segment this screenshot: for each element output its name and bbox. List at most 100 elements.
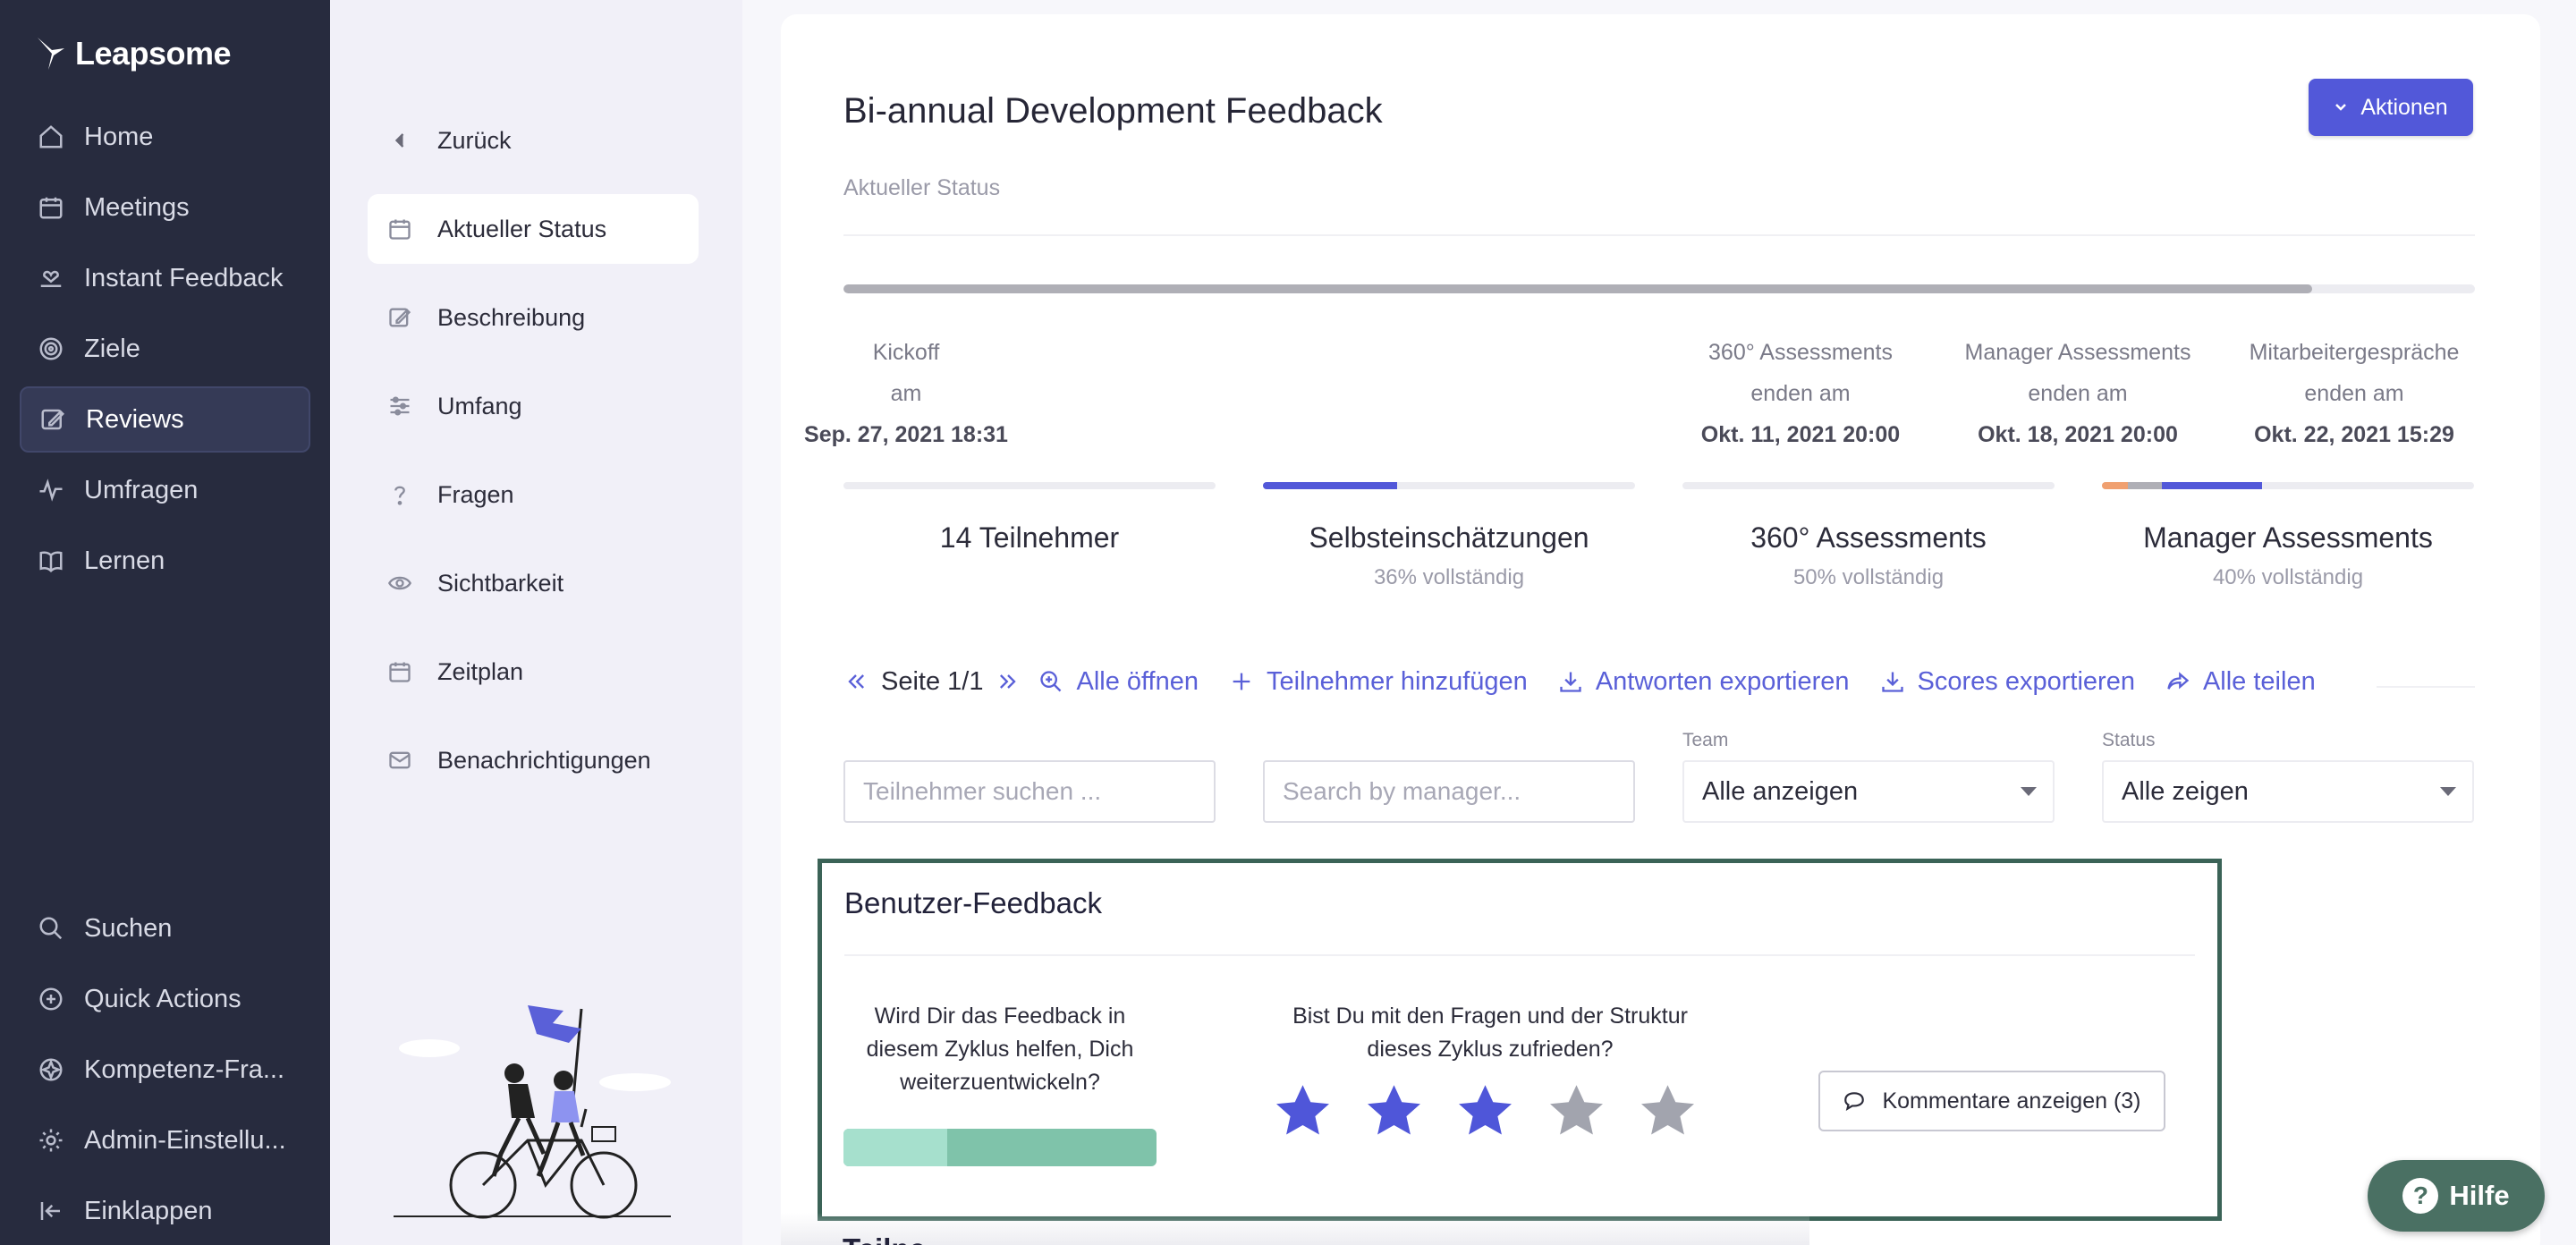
phase-manager-assessments[interactable]: Manager Assessments 40% vollständig bbox=[2102, 482, 2474, 590]
brand-name: Leapsome bbox=[75, 35, 232, 72]
plus-icon bbox=[1233, 673, 1250, 690]
sidebar-item-label: Umfragen bbox=[84, 475, 199, 504]
sidebar-item-meetings[interactable]: Meetings bbox=[20, 174, 310, 241]
chevron-down-icon bbox=[2335, 104, 2347, 111]
sidebar-item-reviews[interactable]: Reviews bbox=[20, 386, 310, 453]
subnav-item-umfang[interactable]: Umfang bbox=[368, 371, 699, 441]
sidebar-item-label: Kompetenz-Fra... bbox=[84, 1054, 285, 1084]
phase-progress-segment-orange bbox=[2102, 482, 2129, 489]
calendar-icon bbox=[389, 662, 411, 682]
leapsome-logo[interactable]: Leapsome bbox=[36, 32, 232, 75]
milestone-line2: enden am bbox=[2304, 381, 2404, 406]
phase-title: Manager Assessments bbox=[2143, 521, 2433, 554]
team-select[interactable]: Alle anzeigen bbox=[1682, 760, 2055, 823]
subnav-item-label: Fragen bbox=[437, 480, 514, 508]
export-answers-button[interactable]: Antworten exportieren bbox=[1558, 667, 1850, 697]
subnav-item-benachrichtigungen[interactable]: Benachrichtigungen bbox=[368, 725, 699, 795]
phase-progress-bar bbox=[1682, 482, 2055, 489]
open-all-button[interactable]: Alle öffnen bbox=[1038, 667, 1199, 697]
download-icon bbox=[1881, 672, 1903, 692]
subnav-item-fragen[interactable]: Fragen bbox=[368, 460, 699, 529]
chevron-left-icon bbox=[394, 133, 404, 148]
phase-progress-bar bbox=[843, 482, 1216, 489]
sidebar-item-admin-settings[interactable]: Admin-Einstellu... bbox=[20, 1107, 310, 1173]
double-chevron-right-icon[interactable] bbox=[996, 669, 1021, 694]
phase-progress-bar bbox=[1263, 482, 1635, 489]
subnav-item-beschreibung[interactable]: Beschreibung bbox=[368, 283, 699, 352]
phase-progress-fill bbox=[2161, 482, 2262, 489]
milestone-line1: Manager Assessments bbox=[1964, 340, 2191, 365]
phase-completion: 40% vollständig bbox=[2212, 565, 2364, 589]
share-all-label: Alle teilen bbox=[2202, 666, 2316, 696]
milestone-line1: Mitarbeitergespräche bbox=[2249, 340, 2460, 365]
subnav-item-label: Sichtbarkeit bbox=[437, 569, 564, 597]
sidebar-item-label: Quick Actions bbox=[84, 984, 242, 1013]
sidebar-item-label: Suchen bbox=[84, 913, 173, 943]
milestone-manager-assessments: Manager Assessments enden am Okt. 18, 20… bbox=[1953, 332, 2203, 455]
share-all-button[interactable]: Alle teilen bbox=[2165, 667, 2316, 697]
subnav-item-label: Beschreibung bbox=[437, 303, 586, 331]
competency-icon bbox=[39, 1058, 63, 1081]
phase-title: Selbsteinschätzungen bbox=[1309, 521, 1589, 554]
back-link[interactable]: Zurück bbox=[368, 106, 699, 175]
milestone-line2: am bbox=[890, 381, 922, 406]
participants-toolbar: Seite 1/1 Alle öffnen Teilnehmer hinzufü… bbox=[843, 660, 2346, 703]
gear-icon bbox=[39, 1129, 63, 1152]
manager-search-input[interactable]: Search by manager... bbox=[1263, 760, 1635, 823]
sidebar-item-lernen[interactable]: Lernen bbox=[20, 528, 310, 594]
sidebar-item-label: Admin-Einstellu... bbox=[84, 1125, 286, 1155]
caret-down-icon bbox=[2021, 787, 2037, 796]
actions-button[interactable]: Aktionen bbox=[2309, 79, 2473, 136]
pagination: Seite 1/1 bbox=[843, 667, 1021, 697]
main-sidebar: Leapsome Home Meetings Instant Feedback … bbox=[0, 0, 330, 1245]
add-participants-button[interactable]: Teilnehmer hinzufügen bbox=[1229, 667, 1528, 697]
add-participants-label: Teilnehmer hinzufügen bbox=[1267, 666, 1528, 696]
status-filter-label: Status bbox=[2102, 730, 2156, 750]
subnav-item-aktueller-status[interactable]: Aktueller Status bbox=[368, 194, 699, 264]
sidebar-item-collapse[interactable]: Einklappen bbox=[20, 1178, 310, 1244]
milestone-line1: 360° Assessments bbox=[1708, 340, 1893, 365]
subnav-item-sichtbarkeit[interactable]: Sichtbarkeit bbox=[368, 548, 699, 618]
sidebar-item-quick-actions[interactable]: Quick Actions bbox=[20, 966, 310, 1032]
milestone-date: Sep. 27, 2021 18:31 bbox=[804, 422, 1008, 447]
comment-icon bbox=[1844, 1092, 1865, 1111]
hand-heart-icon bbox=[40, 270, 62, 287]
home-icon bbox=[39, 125, 63, 148]
sidebar-item-label: Einklappen bbox=[84, 1196, 213, 1225]
help-button[interactable]: ? Hilfe bbox=[2368, 1160, 2545, 1232]
subnav-item-label: Umfang bbox=[437, 392, 522, 419]
user-feedback-panel: Benutzer-Feedback Wird Dir das Feedback … bbox=[818, 859, 2222, 1221]
tandem-bike-illustration bbox=[394, 1005, 671, 1219]
participants-heading-cut: Teilne bbox=[843, 1232, 926, 1245]
double-chevron-left-icon[interactable] bbox=[843, 669, 869, 694]
status-select[interactable]: Alle zeigen bbox=[2102, 760, 2474, 823]
phase-360-assessments[interactable]: 360° Assessments 50% vollständig bbox=[1682, 482, 2055, 590]
subnav-item-zeitplan[interactable]: Zeitplan bbox=[368, 637, 699, 707]
bottom-shadow bbox=[781, 1213, 1809, 1245]
mail-icon bbox=[389, 751, 411, 769]
share-icon bbox=[2167, 672, 2190, 690]
team-filter-label: Team bbox=[1682, 730, 1729, 750]
participant-search-input[interactable]: Teilnehmer suchen ... bbox=[843, 760, 1216, 823]
sidebar-item-suchen[interactable]: Suchen bbox=[20, 895, 310, 961]
toolbar-divider bbox=[2377, 686, 2475, 688]
timeline-progress-fill bbox=[843, 284, 2312, 293]
export-scores-button[interactable]: Scores exportieren bbox=[1880, 667, 2135, 697]
sidebar-item-umfragen[interactable]: Umfragen bbox=[20, 457, 310, 523]
sidebar-item-ziele[interactable]: Ziele bbox=[20, 316, 310, 382]
feedback-title: Benutzer-Feedback bbox=[844, 886, 1102, 919]
star-empty-icon bbox=[1641, 1085, 1694, 1135]
phase-participants[interactable]: 14 Teilnehmer bbox=[843, 482, 1216, 555]
feedback-divider bbox=[844, 954, 2195, 956]
sidebar-item-kompetenz[interactable]: Kompetenz-Fra... bbox=[20, 1037, 310, 1103]
zoom-in-icon bbox=[1040, 671, 1062, 692]
sidebar-item-home[interactable]: Home bbox=[20, 104, 310, 170]
open-all-label: Alle öffnen bbox=[1076, 666, 1199, 696]
milestone-line2: enden am bbox=[1750, 381, 1851, 406]
subnav-item-label: Benachrichtigungen bbox=[437, 746, 651, 774]
phase-self-assessments[interactable]: Selbsteinschätzungen 36% vollständig bbox=[1263, 482, 1635, 590]
page-indicator: Seite 1/1 bbox=[881, 666, 984, 696]
back-label: Zurück bbox=[437, 126, 512, 154]
show-comments-button[interactable]: Kommentare anzeigen (3) bbox=[1818, 1071, 2165, 1131]
sidebar-item-instant-feedback[interactable]: Instant Feedback bbox=[20, 245, 310, 311]
